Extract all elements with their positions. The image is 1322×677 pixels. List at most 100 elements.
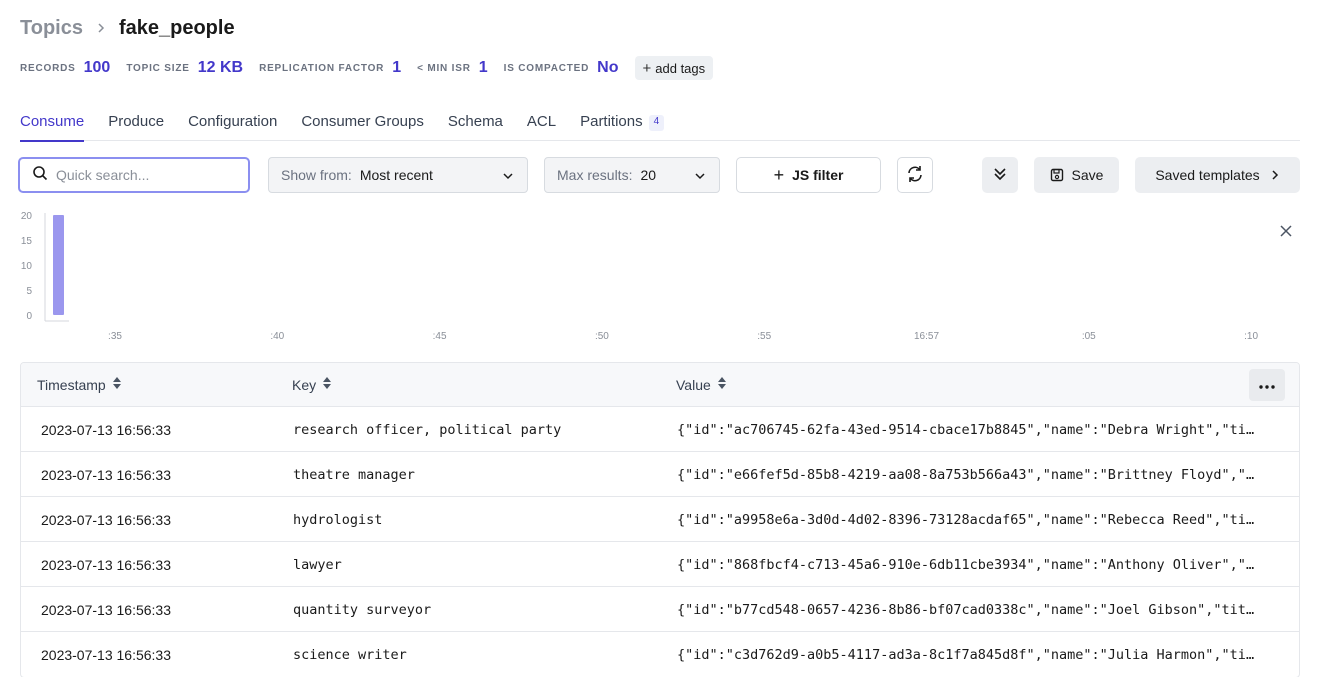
- column-header-timestamp[interactable]: Timestamp: [37, 376, 122, 393]
- stat-label: REPLICATION FACTOR: [259, 62, 385, 74]
- key-cell: research officer, political party: [293, 421, 562, 438]
- stat-label: RECORDS: [20, 62, 76, 74]
- add-tags-label: add tags: [655, 60, 706, 76]
- breadcrumb-topics-link[interactable]: Topics: [20, 17, 83, 40]
- x-tick-label: :35: [108, 331, 122, 342]
- consume-toolbar: Show from: Most recent Max results: 20 +…: [0, 157, 1322, 193]
- stat-value: 1: [478, 59, 488, 76]
- value-text: {"id":"ac706745-62fa-43ed-9514-cbace17b8…: [677, 421, 1255, 438]
- y-tick-label: 0: [26, 311, 32, 322]
- stat-value: 1: [392, 59, 402, 76]
- table-row[interactable]: 2023-07-13 16:56:33 research officer, po…: [21, 407, 1299, 452]
- refresh-button[interactable]: [897, 157, 933, 193]
- y-tick-label: 15: [21, 236, 33, 247]
- saved-templates-button[interactable]: Saved templates: [1135, 157, 1300, 193]
- x-tick-label: :50: [595, 331, 609, 342]
- tab-label: Configuration: [188, 113, 278, 130]
- histogram-bar[interactable]: [53, 215, 64, 315]
- breadcrumb: Topics fake_people: [20, 14, 235, 42]
- expand-all-button[interactable]: [982, 157, 1018, 193]
- chevron-down-icon: [693, 169, 707, 186]
- chevron-down-icon: [501, 169, 515, 186]
- sort-icon: [322, 376, 332, 393]
- table-row[interactable]: 2023-07-13 16:56:33 theatre manager {"id…: [21, 452, 1299, 497]
- x-tick-label: :10: [1244, 331, 1258, 342]
- max-results-label: Max results:: [557, 167, 633, 183]
- max-results-value: 20: [640, 167, 657, 183]
- tab-label: Schema: [447, 113, 503, 130]
- table-row[interactable]: 2023-07-13 16:56:33 hydrologist {"id":"a…: [21, 497, 1299, 542]
- key-cell: quantity surveyor: [293, 601, 432, 618]
- more-horizontal-icon: [1259, 376, 1275, 394]
- save-icon: [1050, 168, 1064, 182]
- max-results-select[interactable]: Max results: 20: [544, 157, 720, 193]
- value-cell: {"id":"b77cd548-0657-4236-8b86-bf07cad03…: [677, 587, 1283, 632]
- tab-label: Consumer Groups: [301, 113, 424, 130]
- table-row[interactable]: 2023-07-13 16:56:33 quantity surveyor {"…: [21, 587, 1299, 632]
- value-text: {"id":"868fbcf4-c713-45a6-910e-6db11cbe3…: [677, 556, 1255, 573]
- column-settings-button[interactable]: [1249, 369, 1285, 401]
- column-label: Value: [676, 376, 711, 393]
- table-row[interactable]: 2023-07-13 16:56:33 lawyer {"id":"868fbc…: [21, 542, 1299, 587]
- stat-replication-factor: REPLICATION FACTOR 1: [259, 59, 401, 77]
- stat-min-isr: < MIN ISR 1: [417, 59, 488, 77]
- value-cell: {"id":"a9958e6a-3d0d-4d02-8396-73128acda…: [677, 497, 1283, 542]
- page-title: fake_people: [118, 16, 235, 39]
- stat-topic-size: TOPIC SIZE 12 KB: [126, 59, 243, 77]
- sort-icon: [112, 376, 122, 393]
- topic-stats: RECORDS 100 TOPIC SIZE 12 KB REPLICATION…: [20, 56, 714, 80]
- show-from-select[interactable]: Show from: Most recent: [268, 157, 528, 193]
- x-tick-label: 16:57: [914, 331, 939, 342]
- chevron-right-icon: [89, 16, 113, 40]
- tab-configuration[interactable]: Configuration: [188, 108, 277, 141]
- search-box[interactable]: [18, 157, 250, 193]
- tab-label: Partitions: [580, 113, 643, 130]
- key-cell: lawyer: [293, 556, 342, 573]
- close-chart-button[interactable]: [1276, 223, 1296, 243]
- column-label: Key: [292, 376, 317, 393]
- js-filter-button[interactable]: + JS filter: [736, 157, 881, 193]
- js-filter-label: JS filter: [792, 167, 844, 183]
- saved-templates-label: Saved templates: [1155, 167, 1260, 183]
- value-cell: {"id":"e66fef5d-85b8-4219-aa08-8a753b566…: [677, 452, 1283, 497]
- x-tick-label: :40: [270, 331, 284, 342]
- tab-partitions[interactable]: Partitions 4: [580, 108, 665, 141]
- tab-produce[interactable]: Produce: [108, 108, 164, 141]
- timestamp-cell: 2023-07-13 16:56:33: [41, 511, 171, 528]
- column-header-key[interactable]: Key: [292, 376, 332, 393]
- table-row[interactable]: 2023-07-13 16:56:33 science writer {"id"…: [21, 632, 1299, 677]
- tab-consumer-groups[interactable]: Consumer Groups: [301, 108, 424, 141]
- column-label: Timestamp: [37, 376, 106, 393]
- x-tick-label: :45: [433, 331, 447, 342]
- key-cell: theatre manager: [293, 466, 415, 483]
- tab-schema[interactable]: Schema: [448, 108, 503, 141]
- close-icon: [1280, 224, 1292, 242]
- x-tick-label: :55: [757, 331, 771, 342]
- plus-icon: +: [773, 164, 785, 185]
- tab-acl[interactable]: ACL: [527, 108, 556, 141]
- column-header-value[interactable]: Value: [676, 376, 727, 393]
- plus-icon: +: [642, 59, 652, 77]
- add-tags-button[interactable]: + add tags: [634, 56, 714, 80]
- value-text: {"id":"e66fef5d-85b8-4219-aa08-8a753b566…: [677, 466, 1255, 483]
- table-header: Timestamp Key Value: [21, 363, 1299, 407]
- search-input[interactable]: [56, 167, 236, 183]
- stat-value: 12 KB: [197, 59, 244, 76]
- messages-table: Timestamp Key Value 2023-07-13 16:56:33 …: [20, 362, 1300, 677]
- stat-records: RECORDS 100: [20, 59, 110, 77]
- x-tick-label: :05: [1082, 331, 1096, 342]
- message-histogram-chart: 0 5 10 15 20 :35 :40 :45 :50 :55 16:57 :05 :10: [21, 211, 1259, 342]
- timestamp-cell: 2023-07-13 16:56:33: [41, 421, 171, 438]
- timestamp-cell: 2023-07-13 16:56:33: [41, 466, 171, 483]
- value-cell: {"id":"c3d762d9-a0b5-4117-ad3a-8c1f7a845…: [677, 632, 1283, 677]
- double-chevron-down-icon: [992, 166, 1008, 185]
- save-button[interactable]: Save: [1034, 157, 1119, 193]
- tab-consume[interactable]: Consume: [20, 108, 85, 142]
- topic-tabs: Consume Produce Configuration Consumer G…: [20, 108, 1300, 142]
- stat-value: 100: [83, 59, 111, 76]
- key-cell: science writer: [293, 646, 407, 663]
- y-tick-label: 5: [26, 286, 32, 297]
- y-tick-label: 20: [21, 211, 33, 222]
- y-tick-label: 10: [21, 261, 33, 272]
- chevron-right-icon: [1270, 169, 1280, 181]
